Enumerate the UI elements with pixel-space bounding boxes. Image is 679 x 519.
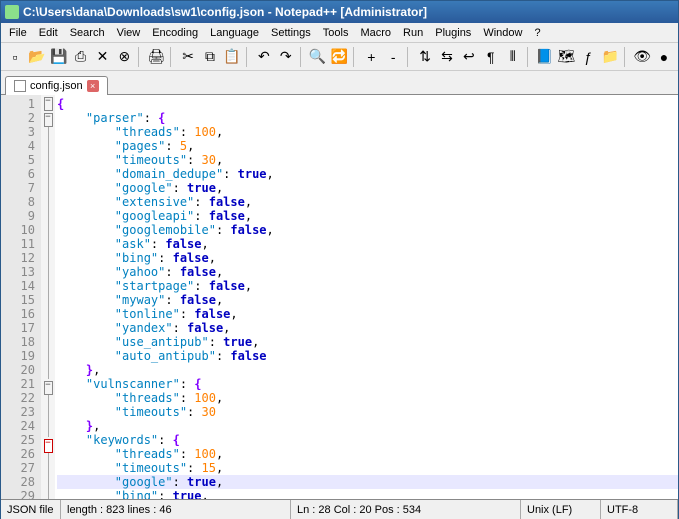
close-icon[interactable]: ✕ <box>93 47 113 67</box>
save-all-icon[interactable]: ⎙ <box>71 47 91 67</box>
doc-map-icon[interactable]: 🗺 <box>556 47 576 67</box>
fold-column[interactable]: −−−− <box>41 95 55 499</box>
print-icon[interactable]: 🖨 <box>146 47 166 67</box>
save-icon[interactable]: 💾 <box>49 47 69 67</box>
menu-file[interactable]: File <box>3 25 33 41</box>
file-icon <box>14 80 26 92</box>
status-eol: Unix (LF) <box>521 500 601 519</box>
status-encoding: UTF-8 <box>601 500 678 519</box>
sync-h-icon[interactable]: ⇆ <box>437 47 457 67</box>
undo-icon[interactable]: ↶ <box>254 47 274 67</box>
lang-icon[interactable]: 📘 <box>535 47 555 67</box>
cut-icon[interactable]: ✂ <box>178 47 198 67</box>
redo-icon[interactable]: ↷ <box>276 47 296 67</box>
close-all-icon[interactable]: ⊗ <box>114 47 134 67</box>
menu-search[interactable]: Search <box>64 25 111 41</box>
func-list-icon[interactable]: ƒ <box>578 47 598 67</box>
menu-settings[interactable]: Settings <box>265 25 317 41</box>
new-file-icon[interactable]: ▫ <box>5 47 25 67</box>
line-number-gutter: 1234567891011121314151617181920212223242… <box>1 95 41 499</box>
menu-macro[interactable]: Macro <box>354 25 397 41</box>
copy-icon[interactable]: ⧉ <box>200 47 220 67</box>
menu-plugins[interactable]: Plugins <box>429 25 477 41</box>
monitor-icon[interactable]: 👁 <box>632 47 652 67</box>
code-content[interactable]: { "parser": { "threads": 100, "pages": 5… <box>55 95 678 499</box>
toolbar: ▫📂💾⎙✕⊗ 🖨 ✂⧉📋 ↶↷ 🔍🔁 +-⇅⇆↩¶⦀ 📘🗺ƒ📁 👁● <box>1 43 678 71</box>
menu-edit[interactable]: Edit <box>33 25 64 41</box>
menu-bar: FileEditSearchViewEncodingLanguageSettin… <box>1 23 678 43</box>
sync-v-icon[interactable]: ⇅ <box>415 47 435 67</box>
indent-guide-icon[interactable]: ⦀ <box>503 47 523 67</box>
paste-icon[interactable]: 📋 <box>222 47 242 67</box>
status-filetype: JSON file <box>1 500 61 519</box>
menu-language[interactable]: Language <box>204 25 265 41</box>
menu-tools[interactable]: Tools <box>317 25 355 41</box>
replace-icon[interactable]: 🔁 <box>330 47 350 67</box>
open-icon[interactable]: 📂 <box>27 47 47 67</box>
menu-view[interactable]: View <box>111 25 147 41</box>
window-titlebar: C:\Users\dana\Downloads\sw1\config.json … <box>1 1 678 23</box>
menu-run[interactable]: Run <box>397 25 429 41</box>
find-icon[interactable]: 🔍 <box>308 47 328 67</box>
window-title: C:\Users\dana\Downloads\sw1\config.json … <box>23 5 427 19</box>
menu-encoding[interactable]: Encoding <box>146 25 204 41</box>
tab-bar: config.json × <box>1 71 678 95</box>
app-icon <box>5 5 19 19</box>
menu-[interactable]: ? <box>528 25 546 41</box>
status-length: length : 823 lines : 46 <box>61 500 291 519</box>
editor-area[interactable]: 1234567891011121314151617181920212223242… <box>1 95 678 499</box>
status-position: Ln : 28 Col : 20 Pos : 534 <box>291 500 521 519</box>
status-bar: JSON file length : 823 lines : 46 Ln : 2… <box>1 499 678 519</box>
folder-icon[interactable]: 📁 <box>600 47 620 67</box>
wordwrap-icon[interactable]: ↩ <box>459 47 479 67</box>
record-icon[interactable]: ● <box>654 47 674 67</box>
tab-label: config.json <box>30 80 83 92</box>
menu-window[interactable]: Window <box>477 25 528 41</box>
allchars-icon[interactable]: ¶ <box>481 47 501 67</box>
file-tab[interactable]: config.json × <box>5 76 108 95</box>
tab-close-icon[interactable]: × <box>87 80 99 92</box>
zoom-out-icon[interactable]: - <box>383 47 403 67</box>
zoom-in-icon[interactable]: + <box>361 47 381 67</box>
